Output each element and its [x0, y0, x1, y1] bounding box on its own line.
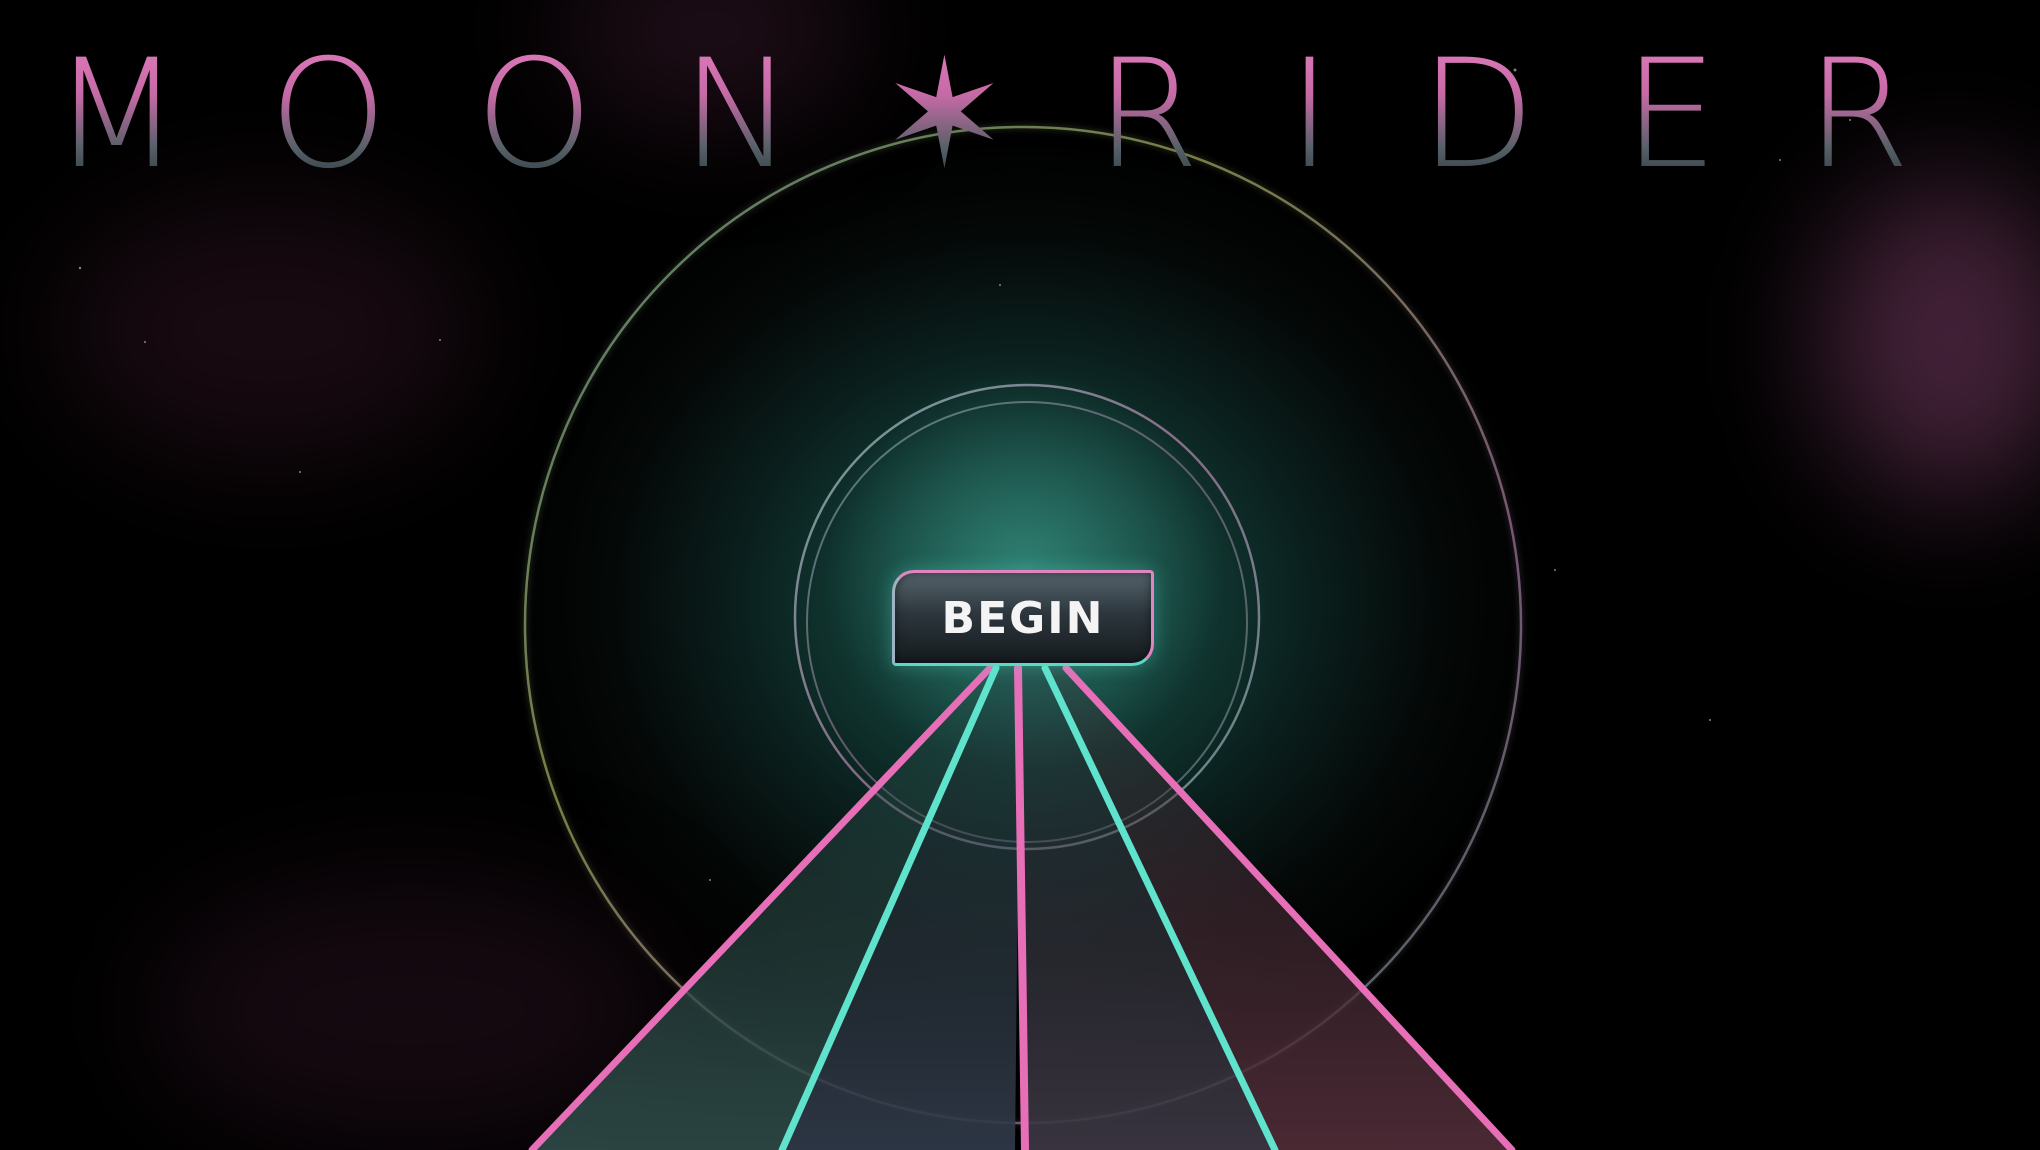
game-title: MOON✶RIDER	[20, 30, 2030, 200]
game-stage: MOON✶RIDER BEGIN	[0, 0, 2040, 1150]
begin-button[interactable]: BEGIN	[892, 570, 1154, 666]
